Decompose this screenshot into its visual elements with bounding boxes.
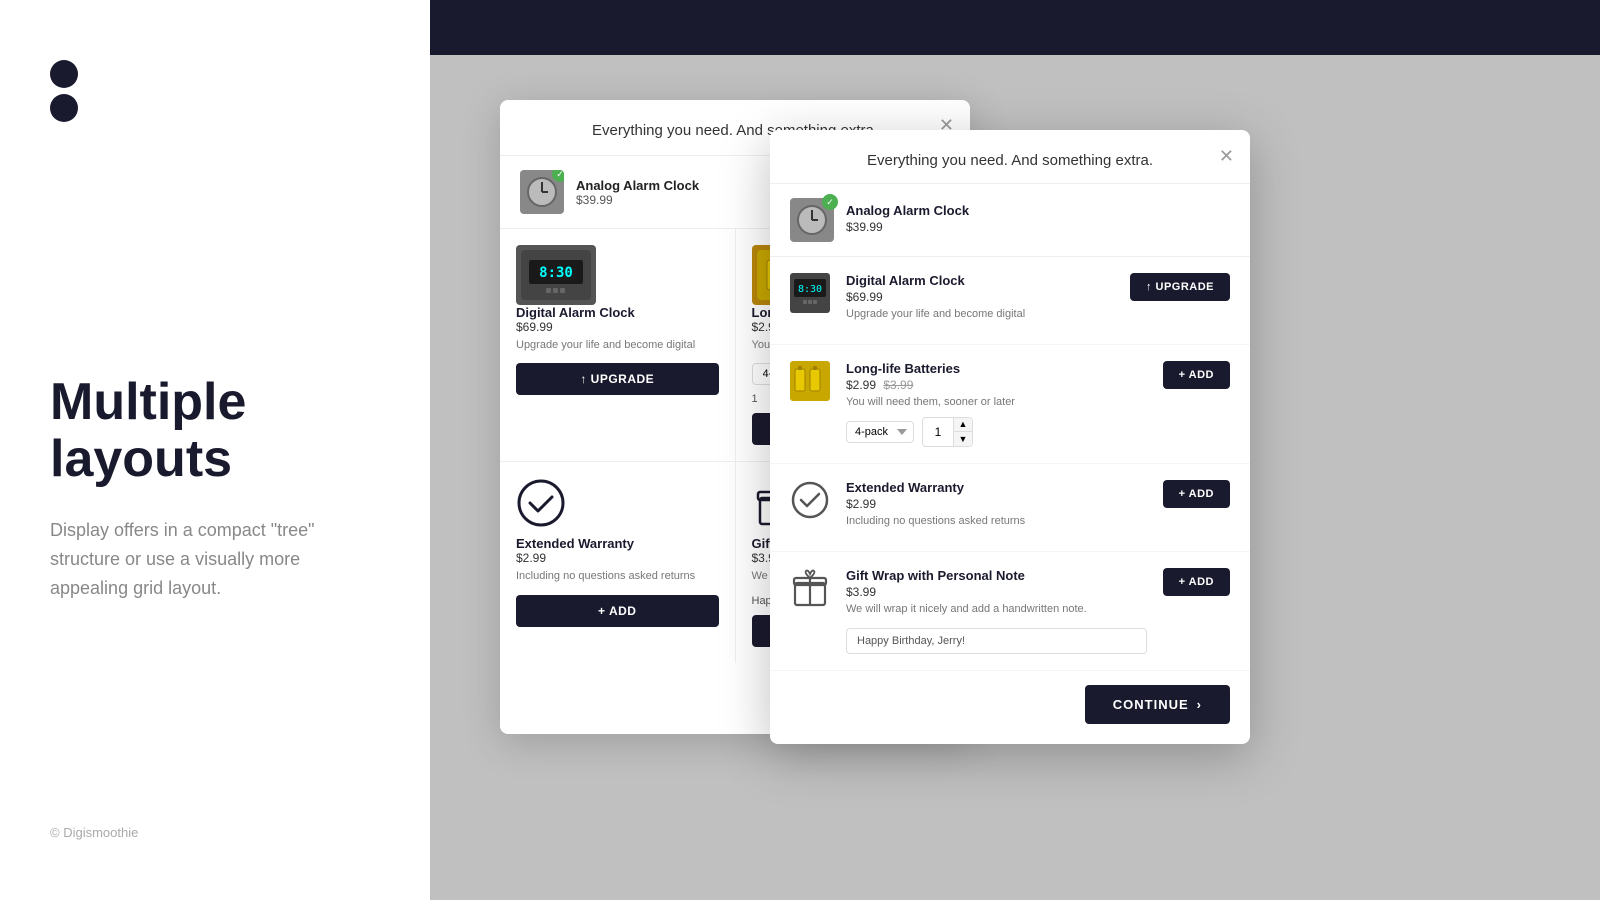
list-batteries-qty-input[interactable] bbox=[923, 421, 953, 443]
purchased-product-name: Analog Alarm Clock bbox=[576, 178, 699, 193]
list-upgrade-button-digital-clock[interactable]: ↑ UPGRADE bbox=[1130, 273, 1230, 301]
logo bbox=[50, 60, 380, 122]
modal-list-purchased-info: Analog Alarm Clock $39.99 bbox=[846, 203, 969, 237]
offer-price-warranty: $2.99 bbox=[516, 551, 719, 565]
right-panel: Everything you need. And something extra… bbox=[430, 0, 1600, 900]
list-digital-clock-desc: Upgrade your life and become digital bbox=[846, 307, 1114, 322]
offer-cell-digital-clock: 8:30 Digital Alarm Clock $69.99 Upgrade … bbox=[500, 229, 735, 461]
list-gift-wrap-price: $3.99 bbox=[846, 585, 1147, 599]
add-button-warranty[interactable]: + ADD bbox=[516, 595, 719, 627]
purchased-product-image: ✓ bbox=[520, 170, 564, 214]
modal-list-purchased-price: $39.99 bbox=[846, 220, 969, 234]
list-batteries-action: + ADD bbox=[1163, 361, 1230, 389]
list-gift-wrap-action: + ADD bbox=[1163, 568, 1230, 596]
list-digital-clock-action: ↑ UPGRADE bbox=[1130, 273, 1230, 301]
list-gift-wrap-desc: We will wrap it nicely and add a handwri… bbox=[846, 602, 1147, 617]
list-digital-clock-name: Digital Alarm Clock bbox=[846, 273, 1114, 288]
offer-desc-digital-clock: Upgrade your life and become digital bbox=[516, 338, 719, 353]
list-batteries-desc: You will need them, sooner or later bbox=[846, 395, 1147, 410]
list-add-button-warranty[interactable]: + ADD bbox=[1163, 480, 1230, 508]
offer-price-digital-clock: $69.99 bbox=[516, 320, 719, 334]
modal-list-close[interactable]: ✕ bbox=[1219, 146, 1234, 167]
offer-desc-warranty: Including no questions asked returns bbox=[516, 569, 719, 584]
list-batteries-qty-select[interactable]: 4-pack 8-pack bbox=[846, 421, 914, 443]
modal-list-continue-arrow: › bbox=[1197, 697, 1202, 712]
list-batteries-stepper-down[interactable]: ▼ bbox=[954, 432, 972, 446]
list-warranty-desc: Including no questions asked returns bbox=[846, 514, 1147, 529]
modal-list: Everything you need. And something extra… bbox=[770, 130, 1250, 744]
purchased-product-price: $39.99 bbox=[576, 193, 699, 207]
purchased-product-info: Analog Alarm Clock $39.99 bbox=[576, 178, 699, 207]
list-batteries-stepper-buttons: ▲ ▼ bbox=[953, 418, 972, 446]
list-offer-batteries: Long-life Batteries $2.99 $3.99 You will… bbox=[770, 345, 1250, 463]
list-batteries-controls: 4-pack 8-pack ▲ ▼ bbox=[846, 417, 1147, 447]
modal-list-check-badge: ✓ bbox=[822, 194, 838, 210]
list-batteries-name: Long-life Batteries bbox=[846, 361, 1147, 376]
list-batteries-stepper-up[interactable]: ▲ bbox=[954, 418, 972, 432]
list-digital-clock-body: Digital Alarm Clock $69.99 Upgrade your … bbox=[846, 273, 1114, 328]
offer-name-warranty: Extended Warranty bbox=[516, 536, 719, 551]
list-gift-wrap-note-input[interactable] bbox=[846, 628, 1147, 654]
list-digital-clock-icon: 8:30 bbox=[790, 273, 830, 313]
modal-list-purchased-name: Analog Alarm Clock bbox=[846, 203, 969, 218]
modal-list-footer: CONTINUE › bbox=[770, 671, 1250, 724]
list-warranty-name: Extended Warranty bbox=[846, 480, 1147, 495]
list-gift-wrap-icon bbox=[790, 568, 830, 608]
left-panel: Multiple layouts Display offers in a com… bbox=[0, 0, 430, 900]
list-warranty-icon bbox=[790, 480, 830, 520]
modal-list-header: Everything you need. And something extra… bbox=[770, 130, 1250, 184]
list-add-button-gift-wrap[interactable]: + ADD bbox=[1163, 568, 1230, 596]
digital-clock-image: 8:30 bbox=[516, 245, 596, 305]
main-description: Display offers in a compact "tree" struc… bbox=[50, 516, 370, 602]
copyright: © Digismoothie bbox=[50, 825, 380, 840]
list-gift-wrap-body: Gift Wrap with Personal Note $3.99 We wi… bbox=[846, 568, 1147, 653]
logo-dot-bottom bbox=[50, 94, 78, 122]
svg-text:8:30: 8:30 bbox=[539, 265, 573, 281]
list-batteries-price: $2.99 $3.99 bbox=[846, 378, 1147, 392]
upgrade-button-digital-clock[interactable]: ↑ UPGRADE bbox=[516, 363, 719, 395]
main-heading: Multiple layouts bbox=[50, 374, 380, 488]
list-add-button-batteries[interactable]: + ADD bbox=[1163, 361, 1230, 389]
list-gift-wrap-name: Gift Wrap with Personal Note bbox=[846, 568, 1147, 583]
list-offer-digital-clock: 8:30 Digital Alarm Clock $69.99 Upgrade … bbox=[770, 257, 1250, 345]
list-batteries-icon bbox=[790, 361, 830, 401]
list-warranty-body: Extended Warranty $2.99 Including no que… bbox=[846, 480, 1147, 535]
modal-list-purchased: ✓ Analog Alarm Clock $39.99 bbox=[770, 184, 1250, 257]
list-offer-gift-wrap: Gift Wrap with Personal Note $3.99 We wi… bbox=[770, 552, 1250, 670]
modal-list-continue-label: CONTINUE bbox=[1113, 697, 1189, 712]
offer-name-digital-clock: Digital Alarm Clock bbox=[516, 305, 719, 320]
svg-text:8:30: 8:30 bbox=[798, 284, 822, 295]
modal-list-title: Everything you need. And something extra… bbox=[867, 152, 1153, 169]
list-batteries-stepper: ▲ ▼ bbox=[922, 417, 973, 447]
list-digital-clock-price: $69.99 bbox=[846, 290, 1114, 304]
modal-list-continue-button[interactable]: CONTINUE › bbox=[1085, 685, 1230, 724]
top-bar bbox=[430, 0, 1600, 55]
list-warranty-action: + ADD bbox=[1163, 480, 1230, 508]
list-warranty-price: $2.99 bbox=[846, 497, 1147, 511]
offer-cell-warranty: Extended Warranty $2.99 Including no que… bbox=[500, 462, 735, 662]
list-offer-warranty: Extended Warranty $2.99 Including no que… bbox=[770, 464, 1250, 552]
logo-dot-top bbox=[50, 60, 78, 88]
modal-list-purchased-image: ✓ bbox=[790, 198, 834, 242]
warranty-icon bbox=[516, 478, 566, 528]
list-batteries-body: Long-life Batteries $2.99 $3.99 You will… bbox=[846, 361, 1147, 446]
left-content: Multiple layouts Display offers in a com… bbox=[50, 152, 380, 825]
